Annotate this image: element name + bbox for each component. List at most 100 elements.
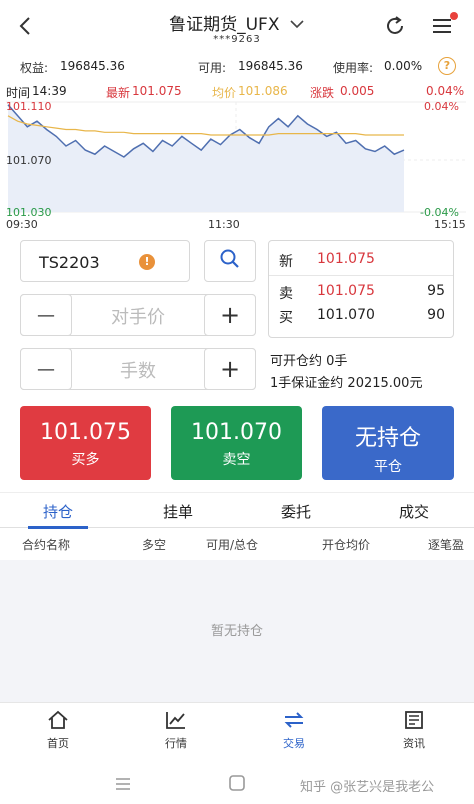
refresh-icon[interactable] <box>383 14 407 38</box>
price-minus-button[interactable]: — <box>20 294 72 336</box>
ask-label: 卖 <box>279 286 293 302</box>
margin-value: 20215.00元 <box>347 376 423 391</box>
plus-icon: + <box>219 301 241 329</box>
price-plus-button[interactable]: + <box>204 294 256 336</box>
home-icon <box>18 709 98 731</box>
chart-svg <box>6 101 466 213</box>
tab-positions[interactable]: 持仓 <box>28 501 88 522</box>
sell-label: 卖空 <box>222 452 251 468</box>
search-button[interactable] <box>204 240 256 282</box>
tab-orders[interactable]: 委托 <box>266 501 326 522</box>
bid-value: 101.070 <box>317 307 375 323</box>
qty-input[interactable]: 手数 <box>72 357 204 383</box>
chart-info-row: 时间 14:39 最新 101.075 均价 101.086 涨跌 0.005 … <box>6 84 468 100</box>
qty-plus-button[interactable]: + <box>204 348 256 390</box>
avg-value: 101.086 <box>238 84 288 98</box>
minus-icon: — <box>37 358 55 380</box>
empty-state-text: 暂无持仓 <box>210 624 263 639</box>
pct-top-label: 0.04% <box>424 100 459 113</box>
nav-news-label: 资讯 <box>403 737 425 750</box>
avg-label: 均价 <box>212 86 237 100</box>
nav-home-label: 首页 <box>47 737 69 750</box>
bid-qty: 90 <box>427 307 445 323</box>
alert-icon[interactable]: ! <box>139 254 155 270</box>
close-position-button[interactable]: 无持仓 平仓 <box>322 406 454 480</box>
col-open-avg: 开仓均价 <box>322 538 371 552</box>
col-contract: 合约名称 <box>22 538 71 552</box>
ask-qty: 95 <box>427 283 445 299</box>
recent-apps-icon[interactable] <box>114 776 132 795</box>
flat-title: 无持仓 <box>354 426 421 451</box>
price-input[interactable]: 对手价 <box>72 303 204 329</box>
price-mid-label: 101.070 <box>6 154 52 167</box>
last-label: 新 <box>279 254 293 270</box>
trade-icon <box>254 709 334 731</box>
buy-label: 买多 <box>71 452 100 468</box>
qty-minus-button[interactable]: — <box>20 348 72 390</box>
price-area <box>8 104 404 212</box>
equity-label: 权益: <box>20 61 49 75</box>
time-label: 时间 <box>6 86 31 100</box>
bid-label: 买 <box>279 310 293 326</box>
contract-input[interactable]: TS2203 ! <box>20 240 190 282</box>
available-label: 可用: <box>198 61 227 75</box>
trend-icon <box>136 709 216 731</box>
nav-market-label: 行情 <box>165 737 187 750</box>
equity-value: 196845.36 <box>60 59 125 73</box>
divider <box>269 275 453 276</box>
home-button-icon[interactable] <box>228 774 246 796</box>
latest-label: 最新 <box>106 86 131 100</box>
col-available-total: 可用/总仓 <box>206 538 259 552</box>
active-tab-indicator <box>28 526 88 529</box>
bid-row[interactable]: 买 101.070 90 <box>279 307 449 327</box>
position-tabs: 持仓 挂单 委托 成交 <box>0 492 474 529</box>
last-value: 101.075 <box>317 251 375 267</box>
title-text: 鲁证期货_UFX <box>169 15 280 35</box>
nav-trade-label: 交易 <box>283 737 305 750</box>
minus-icon: — <box>37 304 55 326</box>
col-direction: 多空 <box>142 538 167 552</box>
open-capacity: 可开仓约 0手 <box>270 350 347 369</box>
buy-price: 101.075 <box>40 420 131 445</box>
bottom-nav: 首页 行情 交易 资讯 <box>0 702 474 764</box>
news-icon <box>374 709 454 731</box>
ask-value: 101.075 <box>317 283 375 299</box>
open-label: 可开仓约 <box>270 354 323 369</box>
notification-dot <box>450 12 458 20</box>
help-icon[interactable]: ? <box>438 57 456 75</box>
quote-panel: 新 101.075 卖 101.075 95 买 101.070 90 <box>268 240 454 338</box>
sell-short-button[interactable]: 101.070 卖空 <box>171 406 302 480</box>
buy-long-button[interactable]: 101.075 买多 <box>20 406 151 480</box>
nav-trade[interactable]: 交易 <box>254 709 334 751</box>
change-pct: 0.04% <box>426 84 465 98</box>
price-top-label: 101.110 <box>6 100 52 113</box>
available-value: 196845.36 <box>238 59 303 73</box>
sell-price: 101.070 <box>191 420 282 445</box>
contract-code: TS2203 <box>39 253 100 272</box>
tab-pending[interactable]: 挂单 <box>148 501 208 522</box>
ask-row[interactable]: 卖 101.075 95 <box>279 283 449 303</box>
watermark-text: 知乎 @张艺兴是我老公 <box>300 780 435 795</box>
change-value: 0.005 <box>340 84 375 98</box>
menu-icon[interactable] <box>430 12 458 38</box>
open-value: 0手 <box>326 354 348 369</box>
time-mid-label: 11:30 <box>208 218 240 231</box>
usage-value: 0.00% <box>384 59 423 73</box>
search-icon <box>219 248 241 274</box>
avg-price-line <box>7 115 404 136</box>
plus-icon: + <box>219 355 241 383</box>
nav-news[interactable]: 资讯 <box>374 709 454 751</box>
table-header: 合约名称 多空 可用/总仓 开仓均价 逐笔盈 <box>0 530 474 560</box>
change-label: 涨跌 <box>310 86 335 100</box>
last-price-row: 新 101.075 <box>279 251 449 271</box>
margin-label: 1手保证金约 <box>270 376 344 391</box>
nav-home[interactable]: 首页 <box>18 709 98 751</box>
col-pnl: 逐笔盈 <box>428 538 465 552</box>
margin-info: 1手保证金约 20215.00元 <box>270 372 422 391</box>
tab-trades[interactable]: 成交 <box>384 501 444 522</box>
nav-market[interactable]: 行情 <box>136 709 216 751</box>
chevron-down-icon <box>289 15 305 35</box>
intraday-chart[interactable] <box>0 82 474 232</box>
time-end-label: 15:15 <box>434 218 466 231</box>
time-start-label: 09:30 <box>6 218 38 231</box>
